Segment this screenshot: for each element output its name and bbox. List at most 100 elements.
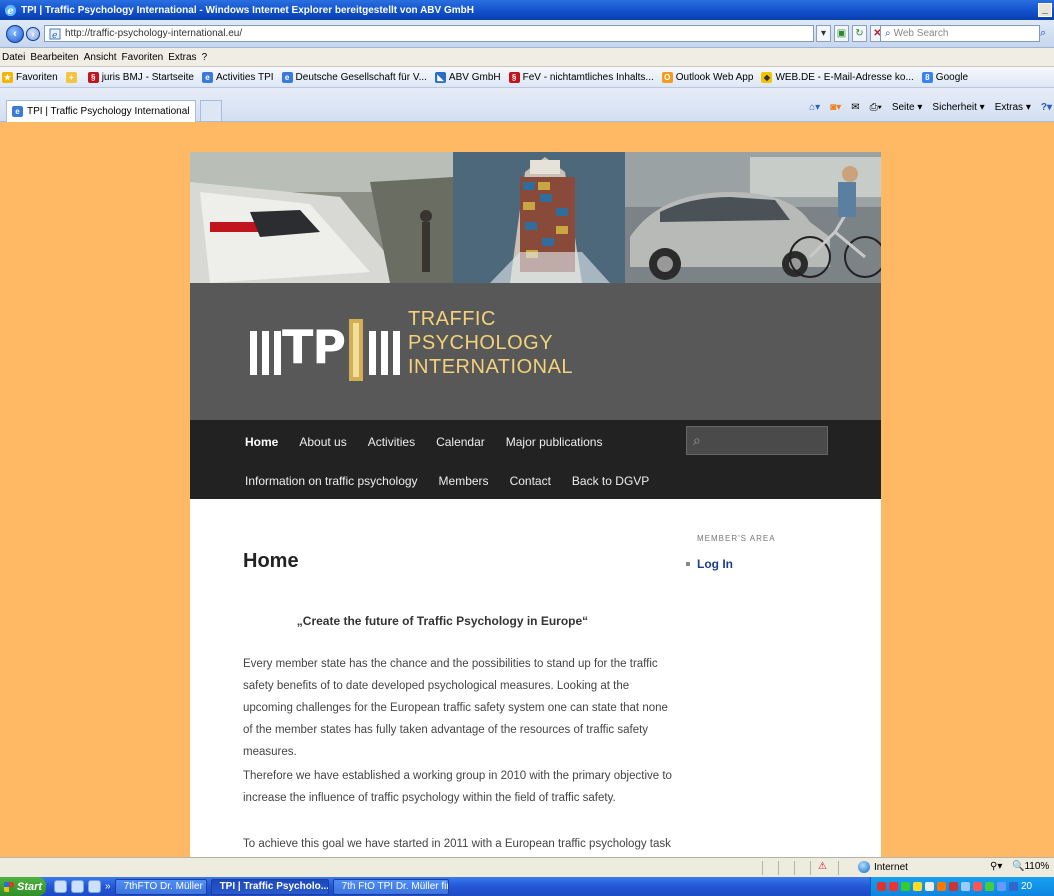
google-icon: 8 (921, 71, 933, 83)
tray-icon[interactable] (949, 882, 958, 891)
cmd-extras-label: Extras (994, 102, 1024, 113)
tray-icon[interactable] (973, 882, 982, 891)
outlook-quicklaunch-icon[interactable] (88, 880, 101, 893)
protected-mode-icon[interactable]: ⚠ (818, 861, 827, 872)
back-button[interactable]: ‹ (6, 24, 24, 43)
menu-datei[interactable]: Datei (2, 52, 25, 63)
favorite-item-juris[interactable]: § juris BMJ - Startseite (87, 71, 194, 83)
taskbar-doc-window[interactable]: 7th FtO TPI Dr. Müller fin... (332, 878, 449, 895)
mail-icon[interactable]: ✉ (851, 102, 859, 113)
nav-information[interactable]: Information on traffic psychology (245, 474, 418, 488)
tab-tpi[interactable]: e TPI | Traffic Psychology International (6, 100, 196, 122)
train-photo (190, 152, 453, 283)
menu-bearbeiten[interactable]: Bearbeiten (30, 52, 78, 63)
svg-text:e: e (52, 31, 57, 40)
site-branding: TP TRAFFIC PSYCHOLOGY INTERNATIONAL (190, 283, 881, 420)
page-content: Home „Create the future of Traffic Psych… (190, 499, 881, 857)
zoom-menu-icon[interactable]: ⚲▾ (990, 861, 1002, 872)
nav-contact[interactable]: Contact (510, 474, 551, 488)
tray-icon[interactable] (925, 882, 934, 891)
address-url: http://traffic-psychology-international.… (65, 28, 243, 39)
ship-photo (453, 152, 625, 283)
globe-icon (858, 861, 870, 873)
favorite-item-google[interactable]: 8 Google (921, 71, 969, 83)
web-search-input[interactable]: ⌕ Web Search (880, 25, 1040, 42)
taskbar-ppt-window[interactable]: 7thFTO Dr. Müller TPI.ppt (114, 878, 207, 895)
menu-help[interactable]: ? (202, 52, 208, 63)
page-title: Home (243, 550, 299, 572)
nav-home[interactable]: Home (245, 435, 278, 449)
menu-ansicht[interactable]: Ansicht (84, 52, 117, 63)
start-button[interactable]: Start (0, 877, 46, 896)
favorite-item-abv[interactable]: ◣ ABV GmbH (434, 71, 501, 83)
nav-calendar[interactable]: Calendar (436, 435, 485, 449)
home-icon[interactable]: ⌂▾ (809, 102, 820, 113)
tray-icon[interactable] (913, 882, 922, 891)
tray-icon[interactable] (1009, 882, 1018, 891)
ie-page-icon: e (201, 71, 213, 83)
refresh-button[interactable]: ↻ (852, 25, 867, 42)
cmd-sicherheit[interactable]: Sicherheit ▾ (932, 102, 984, 113)
tray-icon[interactable] (997, 882, 1006, 891)
nav-members[interactable]: Members (439, 474, 489, 488)
abv-icon: ◣ (434, 71, 446, 83)
menu-bar: Datei Bearbeiten Ansicht Favoriten Extra… (0, 48, 1054, 67)
menu-favoriten[interactable]: Favoriten (122, 52, 164, 63)
ie-quicklaunch-icon[interactable] (71, 880, 84, 893)
taskbar-label: 7thFTO Dr. Müller TPI.ppt (123, 881, 206, 892)
favorites-button[interactable]: ★ Favoriten (2, 71, 58, 83)
nav-back-to-dgvp[interactable]: Back to DGVP (572, 474, 649, 488)
tray-icon[interactable] (889, 882, 898, 891)
security-zone[interactable]: Internet (858, 861, 908, 873)
content-paragraph: To achieve this goal we have started in … (243, 838, 671, 850)
compatibility-view-icon[interactable]: ▣ (834, 25, 849, 42)
login-label: Log In (697, 557, 733, 571)
more-quicklaunch-icon[interactable]: » (105, 881, 111, 892)
site-container: TP TRAFFIC PSYCHOLOGY INTERNATIONAL Home… (190, 152, 881, 857)
zoom-level[interactable]: 🔍110% (1012, 861, 1049, 872)
quick-launch: » (54, 880, 111, 893)
favorite-item-outlook[interactable]: O Outlook Web App (661, 71, 753, 83)
cmd-sicherheit-label: Sicherheit (932, 102, 977, 113)
nav-major-publications[interactable]: Major publications (506, 435, 603, 449)
juris-icon: § (87, 71, 99, 83)
address-field[interactable]: e http://traffic-psychology-internationa… (44, 25, 814, 42)
nav-about-us[interactable]: About us (299, 435, 346, 449)
print-icon[interactable]: ⎙▾ (870, 102, 882, 113)
favorite-item-dgvp[interactable]: e Deutsche Gesellschaft für V... (281, 71, 427, 83)
content-paragraph: Therefore we have established a working … (243, 770, 672, 804)
tray-icon[interactable] (937, 882, 946, 891)
logo-figure-icon (349, 319, 400, 381)
tray-icon[interactable] (985, 882, 994, 891)
cmd-extras[interactable]: Extras ▾ (995, 102, 1031, 113)
minimize-button[interactable]: _ (1038, 3, 1052, 17)
bullet-icon (686, 562, 690, 566)
taskbar-ie-window[interactable]: TPI | Traffic Psycholo... (210, 878, 329, 895)
favorite-item-fev[interactable]: § FeV - nichtamtliches Inhalts... (508, 71, 654, 83)
feeds-icon[interactable]: ◙▾ (830, 102, 841, 113)
tray-icon[interactable] (961, 882, 970, 891)
add-favorite-button[interactable]: + (65, 71, 80, 83)
desktop-icon[interactable] (54, 880, 67, 893)
zone-label: Internet (874, 861, 908, 873)
svg-text:e: e (7, 5, 14, 17)
tray-icon[interactable] (901, 882, 910, 891)
tray-icon[interactable] (877, 882, 886, 891)
car-cyclist-photo (625, 152, 881, 283)
new-tab-button[interactable] (200, 100, 222, 122)
status-divider (838, 861, 839, 875)
help-icon[interactable]: ?▾ (1041, 102, 1052, 113)
forward-button[interactable]: › (26, 26, 40, 41)
menu-extras[interactable]: Extras (168, 52, 196, 63)
site-search-input[interactable]: ⌕ (686, 426, 828, 455)
favorite-item-webde[interactable]: ◆ WEB.DE - E-Mail-Adresse ko... (761, 71, 914, 83)
cmd-seite[interactable]: Seite ▾ (892, 102, 923, 113)
nav-activities[interactable]: Activities (368, 435, 415, 449)
search-go-icon[interactable]: ⌕ (1040, 25, 1054, 42)
login-link[interactable]: Log In (686, 557, 733, 571)
favorite-label: Google (935, 71, 969, 83)
favorite-item-activities[interactable]: e Activities TPI (201, 71, 274, 83)
windows-taskbar: Start » 7thFTO Dr. Müller TPI.ppt TPI | … (0, 877, 1054, 896)
address-dropdown-button[interactable]: ▾ (816, 25, 831, 42)
status-divider (810, 861, 811, 875)
